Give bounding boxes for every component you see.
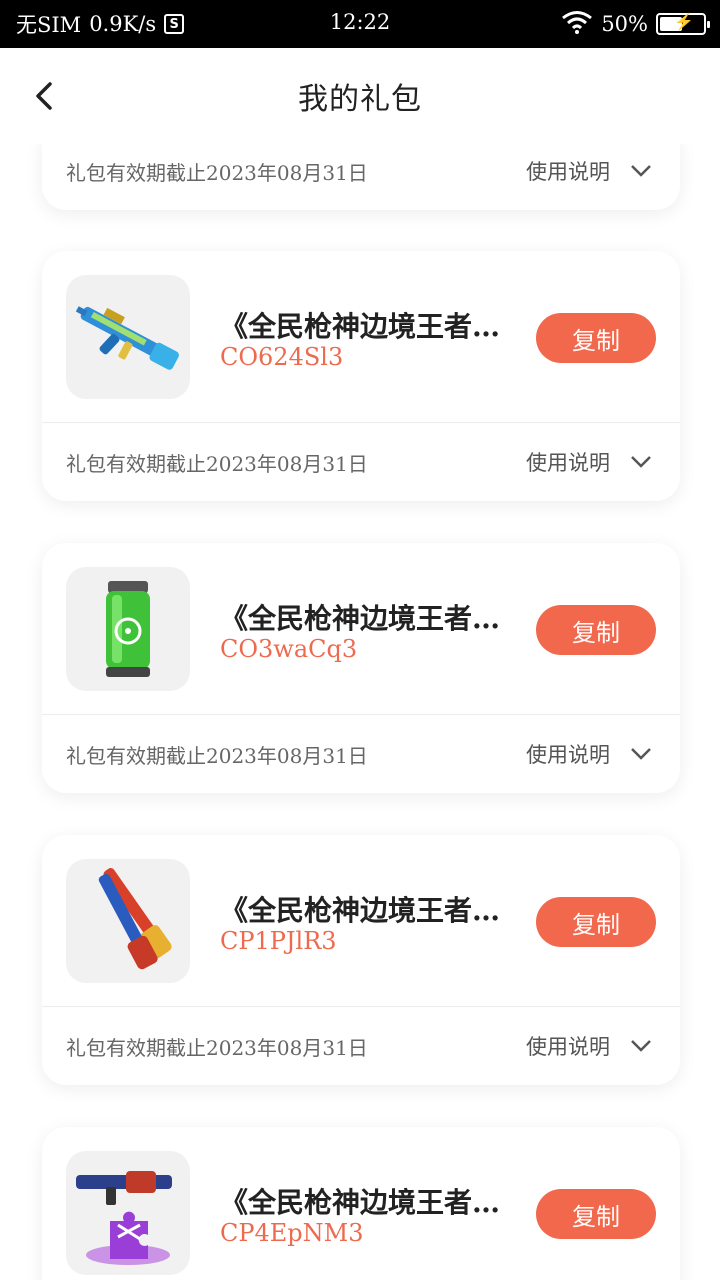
validity-text: 礼包有效期截止2023年08月31日 (66, 160, 368, 185)
copy-button[interactable]: 复制 (536, 897, 656, 947)
gift-code: CP1PJlR3 (220, 927, 337, 955)
chevron-left-icon (36, 82, 52, 110)
usage-instructions-label: 使用说明 (526, 451, 610, 475)
gift-card-partial: 礼包有效期截止2023年08月31日 使用说明 (42, 144, 680, 210)
card-footer: 礼包有效期截止2023年08月31日 使用说明 (42, 715, 680, 793)
gift-card: 《全民枪神边境王者》礼包 CO624Sl3 复制 礼包有效期截止2023年08月… (42, 251, 680, 501)
validity-text: 礼包有效期截止2023年08月31日 (66, 1035, 368, 1060)
gift-title: 《全民枪神边境王者》礼包 (220, 310, 510, 343)
chevron-down-icon (630, 742, 652, 766)
card-footer: 礼包有效期截止2023年08月31日 使用说明 (42, 423, 680, 501)
status-left: 无SIM 0.9K/s S (16, 9, 185, 39)
gift-card: 《全民枪神边境王者》礼包 CO3waCq3 复制 礼包有效期截止2023年08月… (42, 543, 680, 793)
carrier-text: 无SIM (16, 13, 82, 37)
status-bar: 无SIM 0.9K/s S 12:22 50% ⚡ (0, 0, 720, 48)
dual-shotguns-icon (66, 859, 190, 983)
gift-title: 《全民枪神边境王者》礼包 (220, 1186, 510, 1219)
usage-instructions-toggle[interactable]: 使用说明 (526, 715, 652, 793)
gift-code: CP4EpNM3 (220, 1219, 364, 1247)
gift-list[interactable]: 礼包有效期截止2023年08月31日 使用说明 《全民枪神边境王者》 CO624… (24, 144, 696, 1280)
card-footer: 礼包有效期截止2023年08月31日 使用说明 (42, 1007, 680, 1085)
copy-button[interactable]: 复制 (536, 313, 656, 363)
gift-card: 《全民枪神边境王者》礼包 CP4EpNM3 复制 (42, 1127, 680, 1280)
page-title: 我的礼包 (298, 82, 422, 117)
usage-instructions-toggle[interactable]: 使用说明 (526, 1007, 652, 1085)
network-speed: 0.9K/s (89, 12, 157, 36)
back-button[interactable] (28, 78, 64, 114)
usage-instructions-toggle[interactable]: 使用说明 (526, 144, 652, 210)
usage-instructions-label: 使用说明 (526, 743, 610, 767)
chevron-down-icon (630, 1034, 652, 1058)
gift-title: 《全民枪神边境王者》礼包 (220, 602, 510, 635)
gift-code: CO624Sl3 (220, 343, 344, 371)
copy-button[interactable]: 复制 (536, 605, 656, 655)
validity-text: 礼包有效期截止2023年08月31日 (66, 743, 368, 768)
gift-card: 《全民枪神边境王者》礼包 CP1PJlR3 复制 礼包有效期截止2023年08月… (42, 835, 680, 1085)
usage-instructions-toggle[interactable]: 使用说明 (526, 423, 652, 501)
battery-percent: 50% (601, 12, 648, 36)
green-biohazard-canister-icon (66, 567, 190, 691)
status-right: 50% ⚡ (561, 10, 710, 39)
chevron-down-icon (630, 159, 652, 183)
blue-rifle-icon (66, 275, 190, 399)
smg-puzzle-icon (66, 1151, 190, 1275)
usage-instructions-label: 使用说明 (526, 1035, 610, 1059)
nav-bar: 我的礼包 (0, 48, 720, 144)
gift-title: 《全民枪神边境王者》礼包 (220, 894, 510, 927)
chevron-down-icon (630, 450, 652, 474)
gift-code: CO3waCq3 (220, 635, 358, 663)
wifi-icon (561, 10, 593, 39)
s-app-icon: S (164, 14, 185, 34)
battery-icon: ⚡ (656, 12, 710, 35)
usage-instructions-label: 使用说明 (526, 160, 610, 184)
card-footer: 礼包有效期截止2023年08月31日 使用说明 (42, 144, 680, 210)
copy-button[interactable]: 复制 (536, 1189, 656, 1239)
validity-text: 礼包有效期截止2023年08月31日 (66, 451, 368, 476)
